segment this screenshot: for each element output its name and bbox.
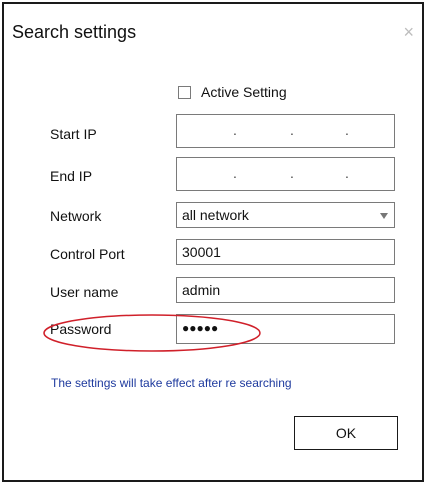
ip-separator: . — [233, 122, 237, 138]
close-icon[interactable]: × — [403, 22, 414, 43]
ip-separator: . — [345, 122, 349, 138]
network-selected-value: all network — [182, 207, 249, 223]
settings-note: The settings will take effect after re s… — [51, 376, 292, 390]
ip-separator: . — [345, 165, 349, 181]
control-port-value: 30001 — [182, 244, 221, 260]
annotation-ellipse — [43, 314, 261, 352]
control-port-input[interactable]: 30001 — [176, 239, 395, 265]
control-port-label: Control Port — [50, 246, 125, 262]
active-setting-label: Active Setting — [201, 84, 287, 100]
start-ip-input[interactable]: . . . — [176, 114, 395, 148]
ip-separator: . — [233, 165, 237, 181]
user-name-value: admin — [182, 282, 221, 298]
network-label: Network — [50, 208, 102, 224]
ok-button[interactable]: OK — [294, 416, 398, 450]
network-select[interactable]: all network — [176, 202, 395, 228]
user-name-input[interactable]: admin — [176, 277, 395, 303]
ip-separator: . — [290, 165, 294, 181]
dialog-title: Search settings — [12, 22, 137, 42]
end-ip-label: End IP — [50, 168, 93, 184]
search-settings-dialog: Search settings × Active Setting Start I… — [2, 2, 424, 482]
chevron-down-icon[interactable] — [380, 213, 388, 219]
user-name-label: User name — [50, 284, 119, 300]
start-ip-label: Start IP — [50, 126, 97, 142]
end-ip-input[interactable]: . . . — [176, 157, 395, 191]
active-setting-checkbox[interactable] — [178, 85, 191, 99]
active-setting-row[interactable]: Active Setting — [178, 84, 287, 100]
ip-separator: . — [290, 122, 294, 138]
